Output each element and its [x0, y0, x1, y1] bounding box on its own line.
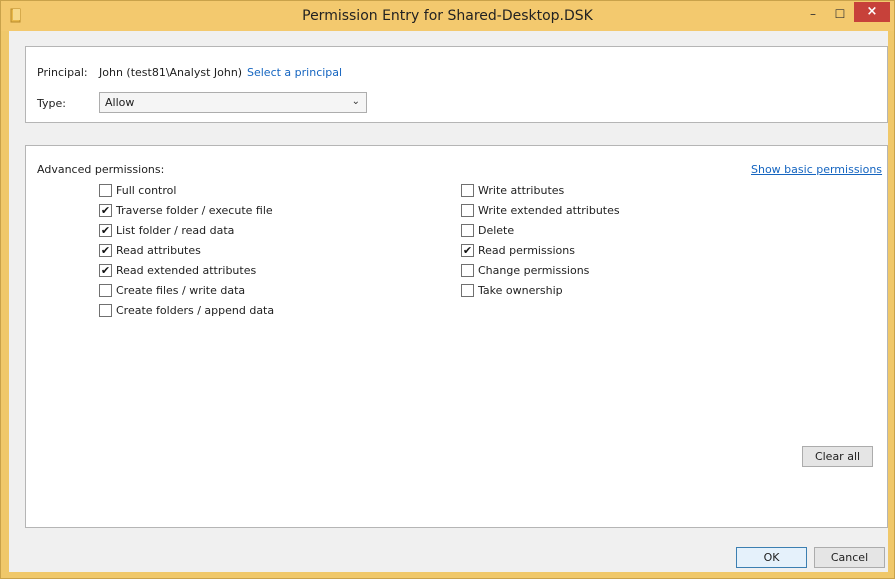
permission-label: Take ownership	[478, 284, 563, 297]
checkbox-checked[interactable]: ✔	[99, 224, 112, 237]
checkbox-checked[interactable]: ✔	[99, 204, 112, 217]
permission-label: Read extended attributes	[116, 264, 257, 277]
permission-label: Write attributes	[478, 184, 565, 197]
cancel-button[interactable]: Cancel	[814, 547, 885, 568]
title-bar[interactable]: Permission Entry for Shared-Desktop.DSK …	[1, 1, 894, 31]
type-label: Type:	[37, 97, 66, 110]
permission-label: Full control	[116, 184, 177, 197]
select-principal-link[interactable]: Select a principal	[247, 66, 342, 79]
permission-label: Change permissions	[478, 264, 590, 277]
principal-label: Principal:	[37, 66, 88, 79]
permission-label: Create files / write data	[116, 284, 246, 297]
permission-label: Write extended attributes	[478, 204, 620, 217]
checkbox-unchecked[interactable]	[461, 264, 474, 277]
checkbox-unchecked[interactable]	[99, 284, 112, 297]
maximize-button[interactable]: ☐	[827, 4, 853, 25]
window-title: Permission Entry for Shared-Desktop.DSK	[302, 8, 593, 24]
permission-label: Create folders / append data	[116, 304, 275, 317]
checkbox-unchecked[interactable]	[99, 184, 112, 197]
checkbox-checked[interactable]: ✔	[99, 264, 112, 277]
minimize-button[interactable]: –	[800, 4, 826, 25]
chevron-down-icon: ⌄	[351, 96, 360, 107]
advanced-permissions-panel: Advanced permissions: Show basic permiss…	[25, 145, 888, 528]
advanced-permissions-heading: Advanced permissions:	[37, 163, 165, 176]
type-select[interactable]: Allow ⌄	[99, 92, 367, 113]
permission-label: Delete	[478, 224, 515, 237]
permission-label: Read attributes	[116, 244, 201, 257]
dialog-client-area: Principal: John (test81\Analyst John) Se…	[9, 31, 888, 572]
permission-label: Read permissions	[478, 244, 575, 257]
clear-all-button[interactable]: Clear all	[802, 446, 873, 467]
checkbox-unchecked[interactable]	[461, 184, 474, 197]
checkbox-checked[interactable]: ✔	[461, 244, 474, 257]
ok-button[interactable]: OK	[736, 547, 807, 568]
checkbox-unchecked[interactable]	[99, 304, 112, 317]
show-basic-permissions-link[interactable]: Show basic permissions	[751, 163, 882, 176]
close-button[interactable]: ×	[854, 2, 890, 22]
permission-label: List folder / read data	[116, 224, 235, 237]
checkbox-unchecked[interactable]	[461, 284, 474, 297]
permission-entry-window: Permission Entry for Shared-Desktop.DSK …	[0, 0, 895, 579]
checkbox-checked[interactable]: ✔	[99, 244, 112, 257]
type-selected-value: Allow	[105, 96, 135, 109]
checkbox-unchecked[interactable]	[461, 204, 474, 217]
principal-panel: Principal: John (test81\Analyst John) Se…	[25, 46, 888, 123]
permission-label: Traverse folder / execute file	[116, 204, 273, 217]
checkbox-unchecked[interactable]	[461, 224, 474, 237]
principal-value: John (test81\Analyst John)	[99, 66, 243, 79]
